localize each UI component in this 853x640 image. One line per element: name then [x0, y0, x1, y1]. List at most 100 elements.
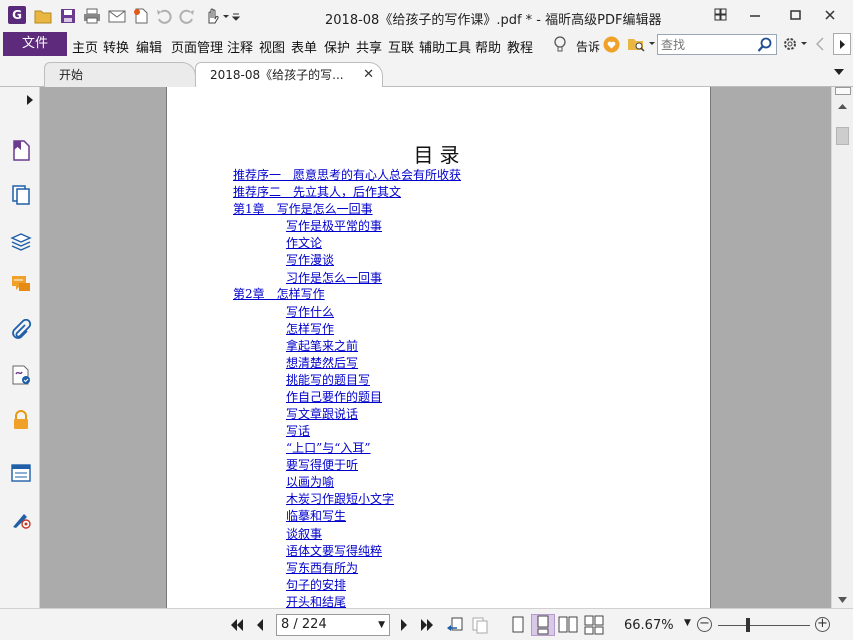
toc-link[interactable]: 挑能写的题目写: [286, 372, 370, 388]
expand-panel-icon[interactable]: [26, 94, 34, 106]
scroll-up-icon[interactable]: [837, 102, 848, 110]
zoom-level[interactable]: 66.67%: [624, 618, 674, 633]
bookmark-panel-icon[interactable]: [10, 139, 32, 161]
menu-page-management[interactable]: 页面管理: [171, 37, 223, 56]
previous-page-icon[interactable]: [252, 616, 268, 634]
menu-home[interactable]: 主页: [72, 37, 98, 56]
tell-me-label[interactable]: 告诉: [576, 38, 600, 55]
toc-link[interactable]: 写作是极平常的事: [286, 218, 382, 234]
vertical-scrollbar[interactable]: [831, 87, 853, 608]
search-input[interactable]: [658, 35, 754, 54]
toc-link[interactable]: 以画为喻: [286, 474, 334, 490]
toc-link[interactable]: 写作漫谈: [286, 252, 334, 268]
continuous-view-button[interactable]: [531, 614, 555, 636]
toc-link[interactable]: 写东西有所为: [286, 560, 358, 576]
toc-link[interactable]: 句子的安排: [286, 577, 346, 593]
gear-icon[interactable]: [782, 36, 798, 52]
next-page-icon[interactable]: [396, 616, 412, 634]
toc-link[interactable]: 作文论: [286, 235, 322, 251]
menu-help[interactable]: 帮助: [475, 37, 501, 56]
toc-link[interactable]: “上口”与“入耳”: [286, 440, 371, 456]
toc-link[interactable]: 写作什么: [286, 304, 334, 320]
menu-view[interactable]: 视图: [259, 37, 285, 56]
zoom-slider-thumb[interactable]: [746, 618, 750, 632]
toc-link[interactable]: 习作是怎么一回事: [286, 270, 382, 286]
menu-connect[interactable]: 互联: [388, 37, 414, 56]
attachment-panel-icon[interactable]: [10, 319, 32, 341]
document-viewport[interactable]: 目录 推荐序一 愿意思考的有心人总会有所收获 推荐序二 先立其人，后作其文 第1…: [40, 87, 831, 608]
toc-link[interactable]: 临摹和写生: [286, 508, 346, 524]
toc-link[interactable]: 拿起笔来之前: [286, 338, 358, 354]
layers-panel-icon[interactable]: [10, 230, 32, 252]
new-document-icon[interactable]: [132, 7, 150, 25]
split-view-handle[interactable]: [835, 87, 851, 95]
chevron-down-icon[interactable]: [221, 7, 231, 25]
security-lock-icon[interactable]: [10, 409, 32, 431]
facing-page-view-icon[interactable]: [556, 614, 580, 636]
signature-panel-icon[interactable]: [10, 364, 32, 386]
menu-edit[interactable]: 编辑: [136, 37, 162, 56]
toc-link[interactable]: 写文章跟说话: [286, 406, 358, 422]
toc-link[interactable]: 开头和结尾: [286, 594, 346, 608]
ribbon-layout-icon[interactable]: [708, 4, 732, 26]
last-page-icon[interactable]: [420, 616, 436, 634]
search-icon[interactable]: [757, 37, 773, 53]
chevron-down-icon[interactable]: [800, 40, 808, 48]
toc-link[interactable]: 怎样写作: [286, 321, 334, 337]
toc-link[interactable]: 写话: [286, 423, 310, 439]
go-back-view-icon[interactable]: [446, 616, 464, 634]
customize-toolbar-icon[interactable]: [232, 7, 240, 25]
menu-comment[interactable]: 注释: [227, 37, 253, 56]
form-fields-panel-icon[interactable]: [10, 462, 32, 484]
chevron-down-icon[interactable]: ▼: [378, 615, 385, 635]
first-page-icon[interactable]: [228, 616, 244, 634]
toc-link[interactable]: 第2章 怎样写作: [233, 286, 325, 302]
scroll-down-icon[interactable]: [837, 596, 848, 604]
toc-link[interactable]: 第1章 写作是怎么一回事: [233, 201, 373, 217]
redo-icon[interactable]: [178, 7, 196, 25]
toc-link[interactable]: 推荐序一 愿意思考的有心人总会有所收获: [233, 167, 461, 183]
scroll-right-button[interactable]: [833, 33, 851, 55]
menu-tutorial[interactable]: 教程: [507, 37, 533, 56]
toc-link[interactable]: 要写得便于听: [286, 457, 358, 473]
restore-button[interactable]: [783, 4, 807, 26]
lightbulb-icon[interactable]: [553, 36, 567, 53]
menu-share[interactable]: 共享: [356, 37, 382, 56]
search-box[interactable]: [657, 34, 777, 55]
heart-icon[interactable]: [603, 36, 620, 53]
page-number-field[interactable]: 8 / 224 ▼: [276, 614, 390, 636]
minimize-button[interactable]: [743, 4, 767, 26]
scrollbar-thumb[interactable]: [836, 127, 849, 145]
scroll-left-icon[interactable]: [815, 37, 825, 51]
chevron-down-icon[interactable]: [648, 40, 656, 48]
zoom-out-icon[interactable]: −: [697, 617, 712, 632]
close-button[interactable]: [818, 4, 842, 26]
pages-panel-icon[interactable]: [10, 184, 32, 206]
chevron-down-icon[interactable]: ▼: [684, 618, 691, 628]
toc-link[interactable]: 谈叙事: [286, 526, 322, 542]
tab-list-dropdown-icon[interactable]: [833, 68, 845, 76]
tab-document[interactable]: 2018-08《给孩子的写... ✕: [195, 62, 383, 87]
menu-protect[interactable]: 保护: [324, 37, 350, 56]
toc-link[interactable]: 木炭习作跟短小文字: [286, 491, 394, 507]
menu-form[interactable]: 表单: [291, 37, 317, 56]
comments-panel-icon[interactable]: [10, 274, 32, 296]
certificate-tool-icon[interactable]: [10, 508, 32, 530]
undo-icon[interactable]: [155, 7, 173, 25]
tab-start[interactable]: 开始: [44, 62, 196, 87]
print-icon[interactable]: [83, 7, 101, 25]
file-menu-button[interactable]: 文件: [3, 32, 67, 56]
open-folder-icon[interactable]: [34, 7, 52, 25]
zoom-in-icon[interactable]: +: [815, 617, 830, 632]
hand-tool-icon[interactable]: [203, 7, 221, 25]
continuous-facing-view-icon[interactable]: [582, 614, 606, 636]
menu-accessibility[interactable]: 辅助工具: [419, 37, 471, 56]
go-forward-view-icon[interactable]: [471, 616, 489, 634]
menu-convert[interactable]: 转换: [103, 37, 129, 56]
save-icon[interactable]: [59, 7, 77, 25]
toc-link[interactable]: 作自己要作的题目: [286, 389, 382, 405]
toc-link[interactable]: 推荐序二 先立其人，后作其文: [233, 184, 401, 200]
toc-link[interactable]: 语体文要写得纯粹: [286, 543, 382, 559]
find-folder-icon[interactable]: [627, 36, 647, 53]
zoom-slider-track[interactable]: [718, 625, 810, 626]
